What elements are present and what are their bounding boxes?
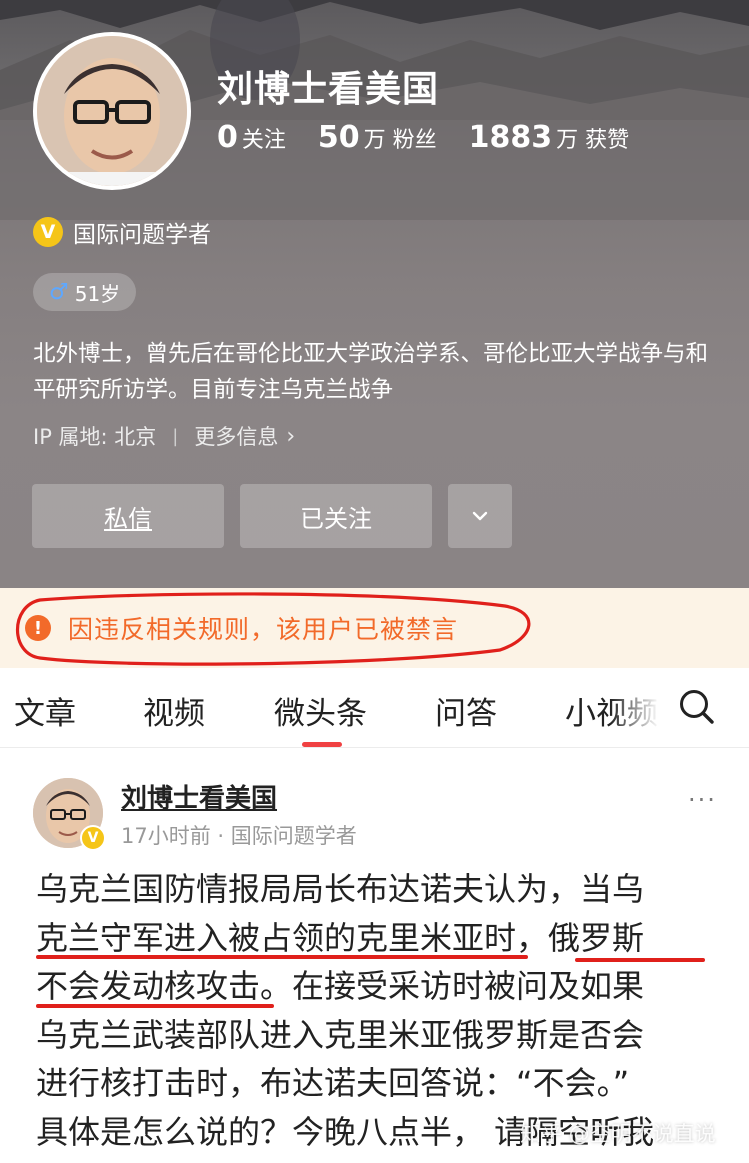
- followers-count: 50: [317, 120, 360, 155]
- chevron-down-icon: [472, 511, 488, 521]
- verified-badge-icon: V: [33, 217, 63, 247]
- post-line: 乌克兰武装部队进入克里米亚俄罗斯是否会: [36, 1015, 645, 1054]
- likes-count: 1883: [468, 120, 553, 155]
- annotation-underline: [36, 1004, 274, 1008]
- male-gender-icon: ♂: [49, 279, 69, 305]
- tab-fade-overlay: [610, 668, 680, 746]
- ip-location: IP 属地: 北京: [33, 425, 157, 449]
- followers-label: 万 粉丝: [363, 128, 437, 153]
- tab-qa[interactable]: 问答: [435, 688, 497, 733]
- post-line: 乌克兰国防情报局局长布达诺夫认为，当乌: [36, 870, 645, 908]
- tab-articles[interactable]: 文章: [14, 688, 76, 733]
- search-icon[interactable]: [676, 686, 716, 726]
- verified-badge-icon: V: [80, 825, 106, 851]
- more-info-link[interactable]: 更多信息: [194, 421, 278, 451]
- avatar-face-icon: [37, 36, 187, 186]
- annotation-circle: [16, 592, 531, 666]
- certification-text: 国际问题学者: [73, 222, 211, 248]
- likes-label: 万 获赞: [556, 128, 630, 153]
- profile-name: 刘博士看美国: [217, 69, 440, 110]
- annotation-underline: [36, 955, 528, 959]
- chevron-right-icon[interactable]: ›: [286, 424, 295, 449]
- post-author-name[interactable]: 刘博士看美国: [121, 778, 277, 815]
- divider: |: [172, 425, 179, 447]
- age-text: 51岁: [74, 281, 121, 306]
- message-button[interactable]: 私信: [32, 484, 224, 548]
- post-meta: 17小时前 · 国际问题学者: [121, 824, 357, 848]
- content-tabs: 文章 视频 微头条 问答 小视频: [0, 668, 749, 748]
- watermark-text: 知乎 @空明不说直说: [520, 1122, 716, 1146]
- active-tab-indicator: [302, 742, 342, 747]
- stat-following[interactable]: 0 关注: [217, 120, 286, 155]
- certification-row: V 国际问题学者: [33, 215, 211, 249]
- tab-videos[interactable]: 视频: [143, 688, 205, 733]
- age-tag: ♂ 51岁: [33, 273, 137, 311]
- expand-button[interactable]: [448, 484, 512, 548]
- profile-header: 刘博士看美国 0 关注 50 万 粉丝 1883 万 获赞 V 国际问题学者 ♂…: [0, 0, 749, 588]
- stat-likes: 1883 万 获赞: [469, 120, 630, 155]
- profile-avatar[interactable]: [33, 32, 191, 190]
- ban-notice: ! 因违反相关规则，该用户已被禁言: [0, 588, 749, 668]
- following-count: 0: [217, 120, 238, 155]
- stat-followers[interactable]: 50 万 粉丝: [318, 120, 437, 155]
- annotation-underline: [575, 958, 705, 962]
- profile-bio: 北外博士，曾先后在哥伦比亚大学政治学系、哥伦比亚大学战争与和平研究所访学。目前专…: [33, 341, 709, 403]
- post-line: 进行核打击时，布达诺夫回答说：“不会。”: [36, 1064, 630, 1102]
- followed-button[interactable]: 已关注: [240, 484, 432, 548]
- tab-micro-posts[interactable]: 微头条: [274, 688, 367, 733]
- post-more-options-icon[interactable]: ···: [688, 786, 717, 814]
- ip-info-row: IP 属地: 北京 | 更多信息 ›: [33, 421, 295, 451]
- profile-stats: 0 关注 50 万 粉丝 1883 万 获赞: [217, 120, 661, 155]
- following-label: 关注: [241, 128, 286, 153]
- post-body[interactable]: 乌克兰国防情报局局长布达诺夫认为，当乌 克兰守军进入被占领的克里米亚时，俄罗斯 …: [36, 865, 726, 1156]
